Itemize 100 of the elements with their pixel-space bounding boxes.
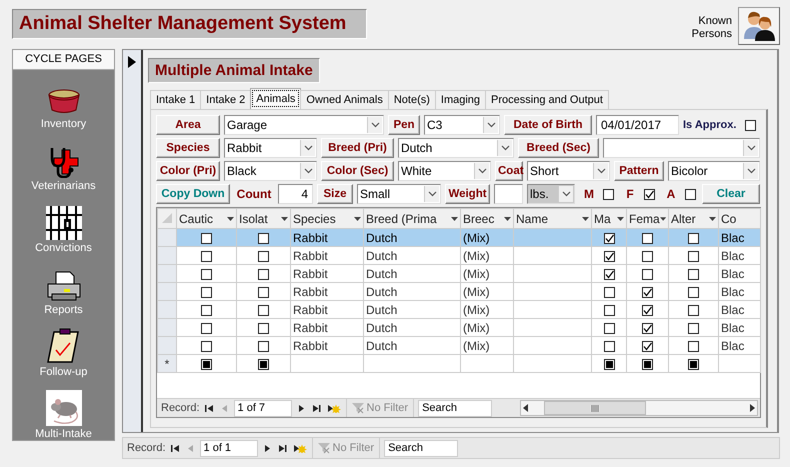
checkbox[interactable] [201, 286, 212, 298]
checkbox[interactable] [604, 250, 614, 262]
record-number-field[interactable]: 1 of 1 [200, 440, 258, 456]
dropdown-field[interactable]: Rabbit [224, 138, 317, 158]
checkbox[interactable] [604, 232, 614, 244]
field-button[interactable]: Coat [495, 161, 523, 181]
scroll-thumb[interactable] [544, 401, 646, 415]
text-field[interactable]: 04/01/2017 [596, 115, 679, 135]
last-record-icon[interactable] [312, 404, 321, 412]
dropdown-field[interactable]: Bicolor [668, 161, 760, 181]
checkbox[interactable] [642, 268, 653, 280]
sidebar-item[interactable]: Convictions [13, 194, 114, 256]
checkbox[interactable] [642, 304, 653, 316]
column-header[interactable]: Breec [460, 208, 514, 228]
sidebar-item[interactable]: Reports [13, 256, 114, 318]
table-row[interactable]: Rabbit Dutch (Mix) Blac [158, 246, 760, 264]
checkbox[interactable] [201, 304, 212, 316]
checkbox[interactable] [688, 304, 699, 316]
checkbox[interactable] [642, 250, 653, 262]
first-record-icon[interactable] [204, 404, 214, 412]
sidebar-item[interactable]: Follow-up [13, 318, 114, 380]
field-button[interactable]: Size [317, 184, 353, 204]
record-selector[interactable] [123, 50, 143, 432]
checkbox[interactable] [201, 232, 212, 244]
checkbox[interactable] [258, 340, 269, 352]
dropdown-field[interactable]: Garage [224, 115, 384, 135]
field-button[interactable]: Date of Birth [504, 115, 592, 135]
indeterminate-checkbox[interactable] [258, 358, 269, 370]
checkbox[interactable] [604, 322, 614, 334]
tab[interactable]: Intake 1 [150, 90, 202, 109]
checkbox[interactable] [258, 232, 269, 244]
column-header[interactable]: Breed (Prima [364, 208, 460, 228]
checkbox[interactable] [604, 286, 614, 298]
checkbox[interactable] [688, 268, 699, 280]
checkbox[interactable] [642, 340, 653, 352]
checkbox[interactable] [644, 189, 655, 200]
dropdown-field[interactable]: Black [224, 161, 317, 181]
dropdown-field[interactable]: Small [357, 184, 441, 204]
action-button[interactable]: Clear [702, 184, 760, 204]
indeterminate-checkbox[interactable] [688, 358, 699, 370]
field-button[interactable]: Breed (Sec) [518, 138, 599, 158]
table-row[interactable]: Rabbit Dutch (Mix) Blac [158, 336, 760, 354]
checkbox[interactable] [745, 120, 756, 132]
checkbox[interactable] [688, 250, 699, 262]
field-button[interactable]: Area [156, 115, 220, 135]
dropdown-caret-icon[interactable] [617, 216, 624, 220]
column-header[interactable]: Cautic [176, 208, 236, 228]
checkbox[interactable] [642, 232, 653, 244]
tab[interactable]: Owned Animals [300, 90, 389, 109]
sidebar-item[interactable]: Inventory [13, 70, 114, 132]
table-row[interactable]: Rabbit Dutch (Mix) Blac [158, 300, 760, 318]
field-button[interactable]: Breed (Pri) [321, 138, 394, 158]
checkbox[interactable] [688, 232, 699, 244]
checkbox[interactable] [604, 340, 614, 352]
field-button[interactable]: Pattern [614, 161, 664, 181]
checkbox[interactable] [642, 286, 653, 298]
checkbox[interactable] [201, 322, 212, 334]
field-button[interactable]: Pen [388, 115, 420, 135]
checkbox[interactable] [688, 322, 699, 334]
checkbox[interactable] [201, 268, 212, 280]
checkbox[interactable] [201, 340, 212, 352]
field-button[interactable]: Weight [445, 184, 490, 204]
column-header[interactable]: Alter [668, 208, 718, 228]
new-record-icon[interactable] [326, 404, 341, 412]
table-row[interactable]: Rabbit Dutch (Mix) Blac [158, 264, 760, 282]
known-persons-button[interactable] [738, 7, 780, 45]
record-number-field[interactable]: 1 of 7 [234, 400, 292, 416]
dropdown-caret-icon[interactable] [227, 216, 234, 220]
table-row[interactable]: Rabbit Dutch (Mix) Blac [158, 318, 760, 336]
dropdown-caret-icon[interactable] [582, 216, 589, 220]
checkbox[interactable] [258, 250, 269, 262]
dropdown-caret-icon[interactable] [709, 216, 716, 220]
column-header[interactable]: Name [514, 208, 592, 228]
dropdown-caret-icon[interactable] [281, 216, 288, 220]
checkbox[interactable] [603, 189, 614, 200]
tab[interactable]: Processing and Output [485, 90, 609, 109]
dropdown-caret-icon[interactable] [354, 216, 361, 220]
indeterminate-checkbox[interactable] [604, 358, 614, 370]
dropdown-caret-icon[interactable] [451, 216, 458, 220]
field-button[interactable]: Color (Sec) [321, 161, 394, 181]
checkbox[interactable] [604, 304, 614, 316]
horizontal-scrollbar[interactable] [520, 400, 758, 416]
checkbox[interactable] [688, 286, 699, 298]
next-record-icon[interactable] [296, 404, 306, 412]
first-record-icon[interactable] [170, 444, 180, 452]
field-button[interactable]: Species [156, 138, 220, 158]
search-field[interactable]: Search [384, 440, 458, 456]
checkbox[interactable] [642, 322, 653, 334]
column-header[interactable]: Species [290, 208, 364, 228]
action-button[interactable]: Copy Down [156, 184, 230, 204]
scroll-right-icon[interactable] [748, 403, 757, 413]
checkbox[interactable] [201, 250, 212, 262]
checkbox[interactable] [604, 268, 614, 280]
field-button[interactable]: Color (Pri) [156, 161, 220, 181]
checkbox[interactable] [258, 304, 269, 316]
checkbox[interactable] [688, 340, 699, 352]
dropdown-field[interactable]: White [398, 161, 491, 181]
dropdown-field[interactable] [603, 138, 760, 158]
sidebar-item[interactable]: Veterinarians [13, 132, 114, 194]
checkbox[interactable] [258, 322, 269, 334]
